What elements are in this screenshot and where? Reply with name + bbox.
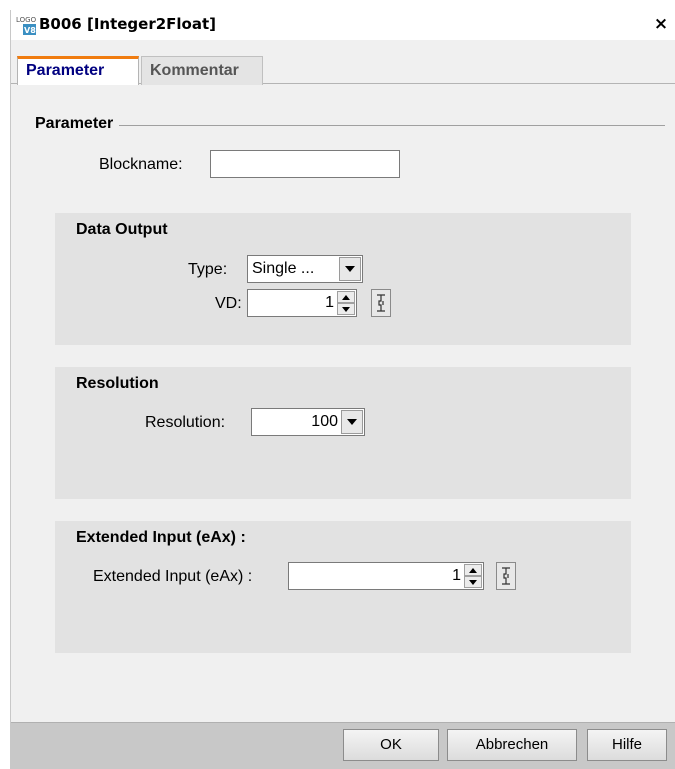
tab-content: Parameter Blockname: Data Output Type: S…	[11, 85, 675, 722]
title-bar[interactable]: LOGO V8 B006 [Integer2Float] ×	[11, 10, 675, 40]
type-value: Single ...	[252, 260, 315, 277]
tab-bar: Parameter Kommentar	[11, 40, 675, 86]
resolution-label: Resolution:	[145, 414, 226, 431]
help-button[interactable]: Hilfe	[587, 729, 667, 761]
spin-up-icon[interactable]	[337, 291, 355, 303]
data-output-panel: Data Output Type: Single ... VD: 1	[55, 213, 631, 345]
svg-text:V8: V8	[24, 26, 36, 35]
extended-input-value: 1	[452, 567, 461, 584]
spin-down-icon[interactable]	[464, 576, 482, 588]
extended-input-panel: Extended Input (eAx) : Extended Input (e…	[55, 521, 631, 653]
extended-input-spinner[interactable]: 1	[288, 562, 484, 590]
ok-button[interactable]: OK	[343, 729, 439, 761]
resolution-panel: Resolution Resolution: 100	[55, 367, 631, 499]
vd-label: VD:	[215, 295, 242, 312]
tab-kommentar[interactable]: Kommentar	[141, 56, 263, 85]
vd-value: 1	[325, 294, 334, 311]
cancel-button[interactable]: Abbrechen	[447, 729, 577, 761]
extended-input-spin-buttons	[464, 564, 482, 588]
blockname-label: Blockname:	[99, 156, 183, 173]
data-output-title: Data Output	[76, 221, 168, 238]
spin-down-icon[interactable]	[337, 303, 355, 315]
blockname-input[interactable]	[210, 150, 400, 178]
vd-spinner[interactable]: 1	[247, 289, 357, 317]
resolution-dropdown[interactable]: 100	[251, 408, 365, 436]
vd-spin-buttons	[337, 291, 355, 315]
svg-text:LOGO: LOGO	[16, 16, 37, 24]
type-label: Type:	[188, 261, 228, 278]
extended-input-connector-icon[interactable]	[496, 562, 516, 590]
close-icon[interactable]: ×	[652, 14, 670, 34]
dialog-window: LOGO V8 B006 [Integer2Float] × Parameter…	[10, 10, 675, 769]
resolution-title: Resolution	[76, 375, 159, 392]
group-divider	[35, 125, 665, 126]
vd-connector-icon[interactable]	[371, 289, 391, 317]
type-dropdown[interactable]: Single ...	[247, 255, 363, 283]
tab-parameter[interactable]: Parameter	[17, 56, 139, 86]
chevron-down-icon[interactable]	[339, 257, 361, 281]
window-title: B006 [Integer2Float]	[39, 15, 217, 33]
spin-up-icon[interactable]	[464, 564, 482, 576]
extended-input-title: Extended Input (eAx) :	[76, 529, 246, 546]
button-bar: OK Abbrechen Hilfe	[11, 722, 675, 769]
parameter-group-title: Parameter	[35, 115, 120, 133]
extended-input-label: Extended Input (eAx) :	[93, 568, 253, 585]
resolution-value: 100	[311, 413, 338, 430]
logo-icon: LOGO V8	[15, 14, 37, 36]
chevron-down-icon[interactable]	[341, 410, 363, 434]
